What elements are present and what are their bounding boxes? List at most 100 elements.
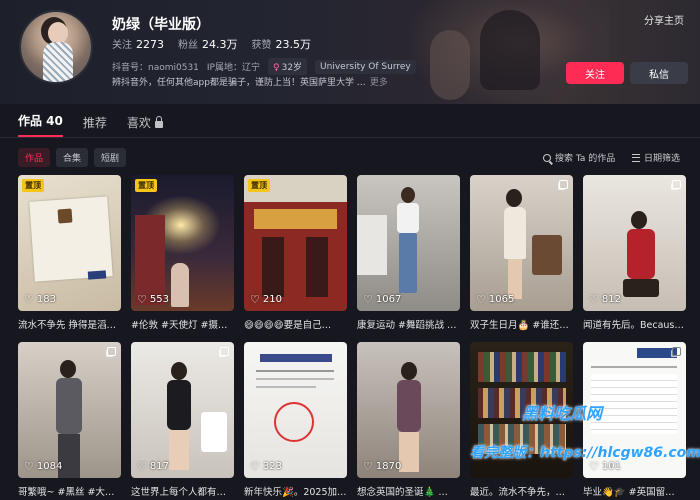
video-thumbnail[interactable]: ♡ 1065 [470,175,573,311]
filter-icon [632,153,640,162]
video-card[interactable]: ♡ 817 这世界上每个人都有病… [131,342,234,498]
pinned-badge: 置顶 [22,179,44,192]
profile-header: 奶绿（毕业版） 关注 2273 粉丝 24.3万 获赞 23.5万 抖音号：naomi… [0,0,700,104]
video-caption[interactable]: 新年快乐🎉。2025加… [244,484,347,498]
video-caption[interactable]: 这世界上每个人都有病… [131,484,234,498]
heart-icon: ♡ [589,460,599,473]
video-thumbnail[interactable]: ♡ 101 [583,342,686,478]
stat-label: 获赞 [251,40,272,51]
search-works[interactable]: 搜索 Ta 的作品 [543,151,615,164]
female-icon: ♀ [273,63,280,73]
video-card[interactable]: ♡ 1870 想念英国的圣诞🎄 … [357,342,460,498]
video-card[interactable]: ♡ 812 闻道有先后。Because… [583,175,686,331]
tab-works[interactable]: 作品 40 [18,112,63,137]
video-card[interactable]: 置顶 ♡ 553 #伦敦 #天使灯 #摄政… [131,175,234,331]
multi-image-icon [107,347,116,356]
video-card[interactable]: ♡ 101 毕业👋🎓 #英国留… [583,342,686,498]
like-count: ♡ 553 [137,293,169,306]
video-thumbnail[interactable]: ♡ 1084 [18,342,121,478]
filter-works[interactable]: 作品 [18,148,51,167]
video-thumbnail[interactable]: 置顶 ♡ 210 [244,175,347,311]
video-caption[interactable]: 流水不争先 挣得是滔… [18,317,121,331]
profile-stats: 关注 2273 粉丝 24.3万 获赞 23.5万 [112,36,311,52]
avatar[interactable] [19,10,93,84]
video-thumbnail[interactable] [470,342,573,478]
video-thumbnail[interactable]: 置顶 ♡ 553 [131,175,234,311]
video-caption[interactable]: 想念英国的圣诞🎄 … [357,484,460,498]
share-home-button[interactable]: 分享主页 [644,12,684,27]
video-caption[interactable]: 闻道有先后。Because… [583,317,686,331]
stat-value: 24.3万 [202,38,238,51]
video-card[interactable]: 置顶 ♡ 183 流水不争先 挣得是滔… [18,175,121,331]
tab-liked[interactable]: 喜欢 [127,114,163,137]
date-filter[interactable]: 日期筛选 [632,151,680,164]
heart-icon: ♡ [24,293,34,306]
search-icon [543,153,551,162]
heart-icon: ♡ [363,293,373,306]
stat-followers[interactable]: 粉丝 24.3万 [178,36,238,52]
lock-icon [154,115,163,128]
video-caption[interactable]: 😄😄😄😄要是自己… [244,317,347,331]
date-filter-label: 日期筛选 [644,154,681,164]
pinned-badge: 置顶 [248,179,270,192]
video-caption[interactable]: 双子生日月🎂 #谁还… [470,317,573,331]
video-card[interactable]: ♡ 1084 哥繁哦~ #黑丝 #大长… [18,342,121,498]
pinned-badge: 置顶 [135,179,157,192]
heart-icon: ♡ [250,293,260,306]
like-count: ♡ 101 [589,460,621,473]
like-count: ♡ 1084 [24,460,63,473]
like-count: ♡ 210 [250,293,282,306]
like-count: ♡ 1870 [363,460,402,473]
video-thumbnail[interactable]: ♡ 1870 [357,342,460,478]
video-card[interactable]: 置顶 ♡ 210 😄😄😄😄要是自己… [244,175,347,331]
stat-value: 23.5万 [275,38,312,51]
stat-label: 粉丝 [178,40,198,51]
heart-icon: ♡ [363,460,373,473]
multi-image-icon [672,347,681,356]
multi-image-icon [559,180,568,189]
bio-text: 辨抖音外，任何其他app都是骗子，谨防上当！英国萨里大学 … [112,78,366,88]
video-card[interactable]: 最近。流水不争先，争… [470,342,573,498]
video-thumbnail[interactable]: ♡ 323 [244,342,347,478]
banner-photo [410,0,610,104]
multi-image-icon [220,347,229,356]
heart-icon: ♡ [250,460,260,473]
profile-tabs: 作品 40 推荐 喜欢 [18,112,163,137]
filter-collections[interactable]: 合集 [56,148,89,167]
heart-icon: ♡ [589,293,599,306]
ip-location: IP属地：辽宁 [206,63,260,73]
profile-bio: 辨抖音外，任何其他app都是骗子，谨防上当！英国萨里大学 … 更多 [112,75,388,88]
stat-likes: 获赞 23.5万 [252,36,312,52]
video-caption[interactable]: 康复运动 #舞蹈挑战 #… [357,317,460,331]
follow-button[interactable]: 关注 [566,62,624,84]
message-button[interactable]: 私信 [630,62,688,84]
filter-short-dramas[interactable]: 短剧 [94,148,127,167]
like-count: ♡ 812 [589,293,621,306]
heart-icon: ♡ [476,293,486,306]
stat-label: 关注 [112,40,132,51]
video-card[interactable]: ♡ 323 新年快乐🎉。2025加… [244,342,347,498]
heart-icon: ♡ [24,460,34,473]
video-thumbnail[interactable]: ♡ 817 [131,342,234,478]
video-caption[interactable]: 哥繁哦~ #黑丝 #大长… [18,484,121,498]
video-thumbnail[interactable]: ♡ 812 [583,175,686,311]
like-count: ♡ 1067 [363,293,402,306]
profile-name: 奶绿（毕业版） [112,17,210,33]
heart-icon: ♡ [137,293,147,306]
video-thumbnail[interactable]: ♡ 1067 [357,175,460,311]
like-count: ♡ 1065 [476,293,515,306]
search-label: 搜索 Ta 的作品 [555,154,616,164]
video-card[interactable]: ♡ 1065 双子生日月🎂 #谁还… [470,175,573,331]
school-tag[interactable]: University Of Surrey [315,59,416,74]
tabs-divider [0,137,700,138]
video-thumbnail[interactable]: 置顶 ♡ 183 [18,175,121,311]
bio-more-link[interactable]: 更多 [370,78,388,88]
video-caption[interactable]: #伦敦 #天使灯 #摄政… [131,317,234,331]
video-caption[interactable]: 毕业👋🎓 #英国留… [583,484,686,498]
stat-following[interactable]: 关注 2273 [112,36,164,51]
like-count: ♡ 817 [137,460,169,473]
video-caption[interactable]: 最近。流水不争先，争… [470,484,573,498]
filter-chips: 作品 合集 短剧 [18,148,127,167]
video-card[interactable]: ♡ 1067 康复运动 #舞蹈挑战 #… [357,175,460,331]
tab-recommended[interactable]: 推荐 [83,114,107,137]
